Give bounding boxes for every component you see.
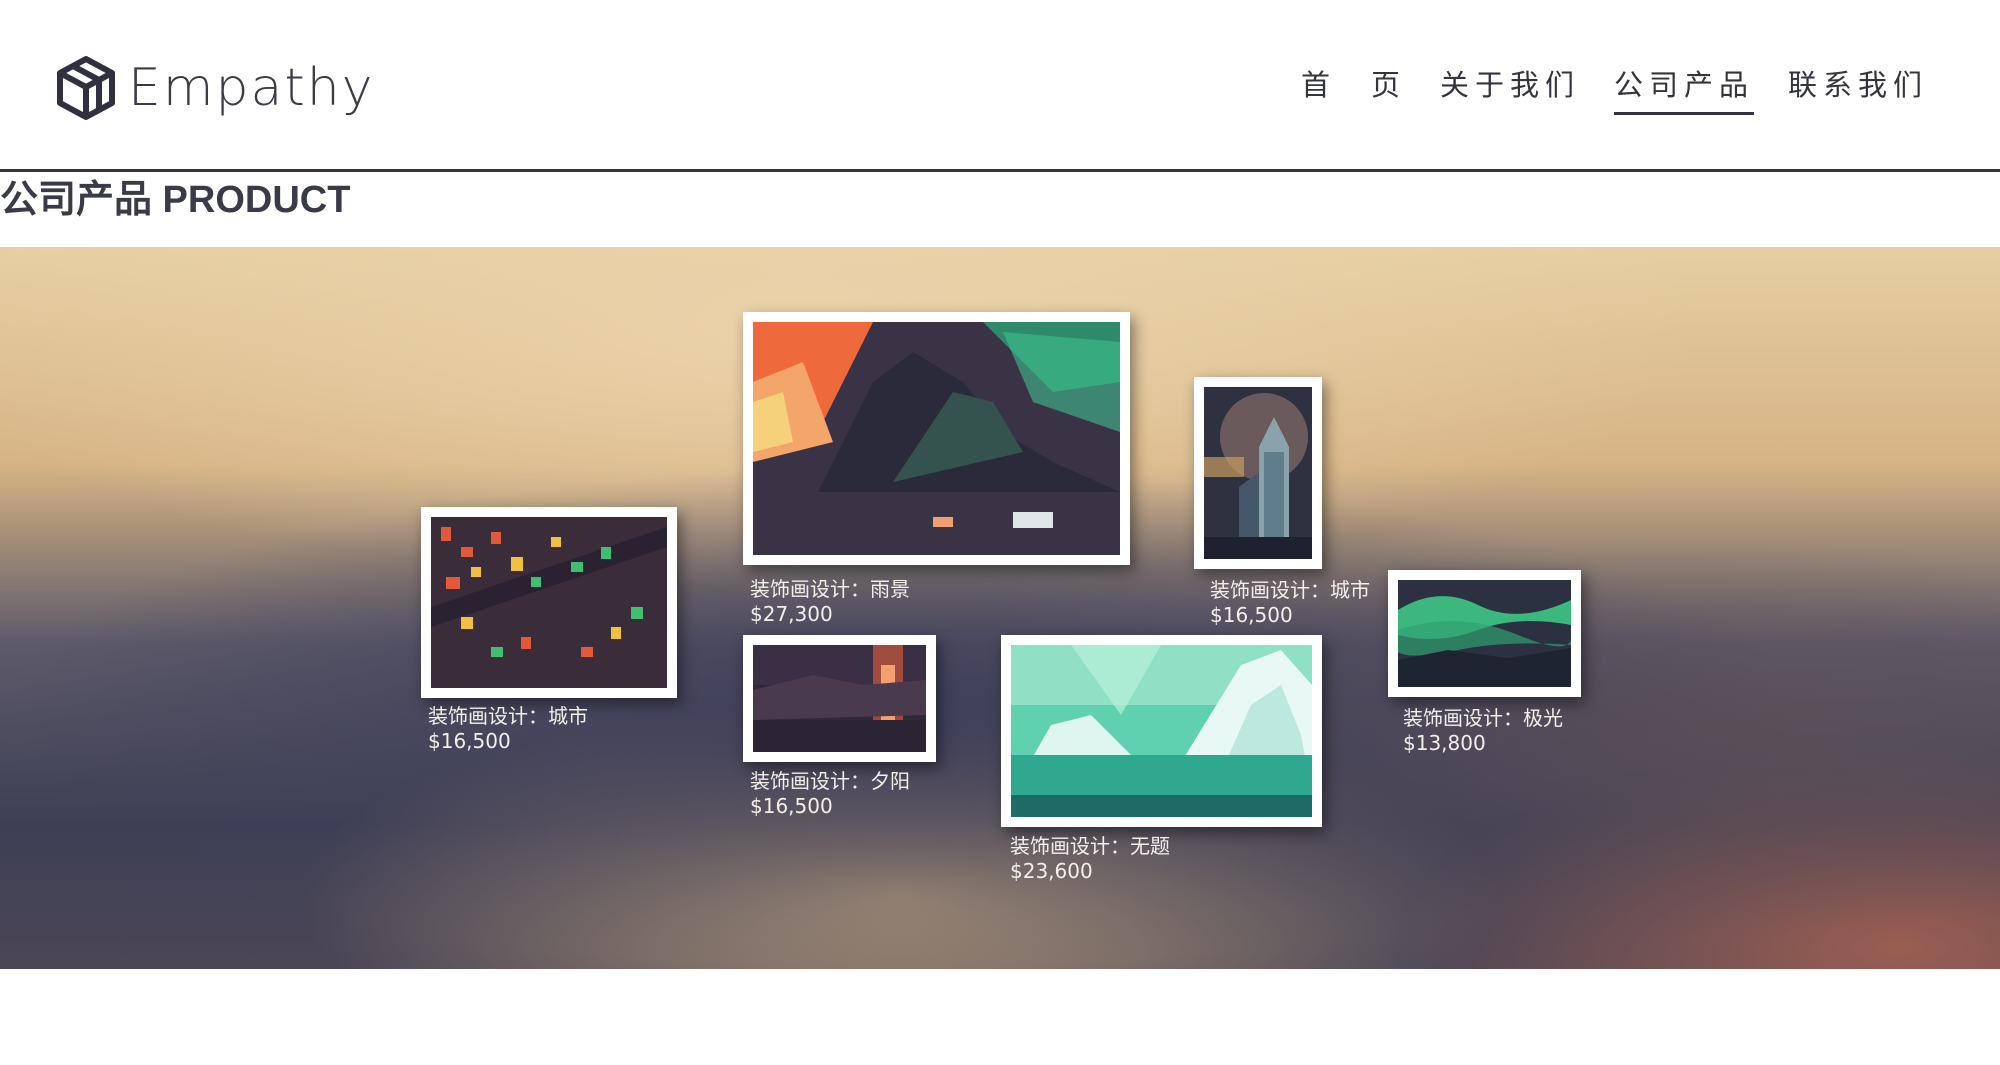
product-price: $16,500 bbox=[750, 794, 833, 818]
nav-products[interactable]: 公司产品 bbox=[1613, 62, 1754, 115]
product-title: 装饰画设计：极光 bbox=[1403, 706, 1563, 730]
product-price: $13,800 bbox=[1403, 731, 1486, 755]
product-image-city-wide[interactable] bbox=[421, 507, 677, 698]
main-nav: 首 页 关于我们 公司产品 联系我们 bbox=[1301, 62, 1928, 115]
nav-home[interactable]: 首 页 bbox=[1301, 62, 1406, 115]
nav-about[interactable]: 关于我们 bbox=[1440, 62, 1580, 115]
product-price: $27,300 bbox=[750, 602, 833, 626]
product-image-untitled[interactable] bbox=[1001, 635, 1322, 827]
brand-name: Empathy bbox=[128, 58, 375, 118]
product-image-city-tall[interactable] bbox=[1194, 377, 1322, 569]
cube-logo-icon bbox=[57, 56, 115, 120]
product-price: $16,500 bbox=[428, 729, 511, 753]
product-image-sunset[interactable] bbox=[743, 635, 936, 762]
product-image-rain[interactable] bbox=[743, 312, 1130, 565]
product-title: 装饰画设计：城市 bbox=[1210, 578, 1370, 602]
product-price: $23,600 bbox=[1010, 859, 1093, 883]
brand-logo[interactable]: Empathy bbox=[56, 54, 375, 122]
product-title: 装饰画设计：城市 bbox=[428, 704, 588, 728]
product-title: 装饰画设计：雨景 bbox=[750, 577, 910, 601]
product-showcase: 装饰画设计：雨景 $27,300 装饰画设计：城市 $16,500 装饰画设计：… bbox=[0, 247, 2000, 969]
nav-contact[interactable]: 联系我们 bbox=[1788, 62, 1928, 115]
page-footer-space bbox=[0, 969, 2000, 1065]
product-image-aurora[interactable] bbox=[1388, 570, 1581, 697]
section-title: 公司产品 PRODUCT bbox=[0, 179, 351, 221]
product-title: 装饰画设计：夕阳 bbox=[750, 769, 910, 793]
product-price: $16,500 bbox=[1210, 603, 1293, 627]
product-title: 装饰画设计：无题 bbox=[1010, 834, 1170, 858]
site-header: Empathy 首 页 关于我们 公司产品 联系我们 bbox=[0, 0, 2000, 172]
